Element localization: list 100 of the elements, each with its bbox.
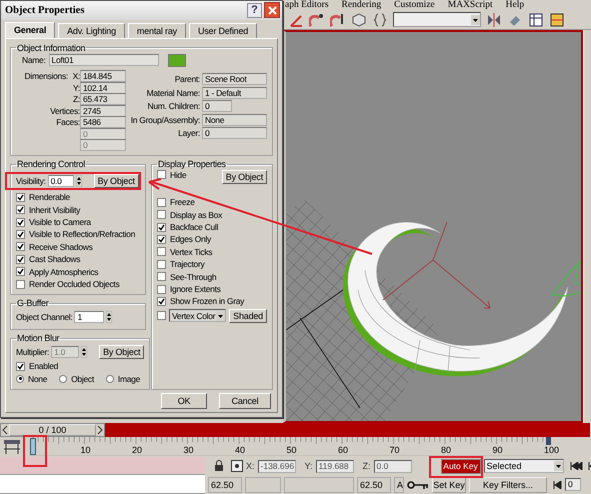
selection-set-dropdown[interactable] xyxy=(393,12,481,27)
checkbox-label: Renderable xyxy=(29,192,70,202)
checkbox[interactable] xyxy=(157,198,166,207)
checkbox[interactable] xyxy=(16,242,25,252)
menu-item[interactable]: Customize xyxy=(394,0,435,10)
radio-button[interactable] xyxy=(106,374,114,383)
name-field[interactable]: Loft01 xyxy=(48,54,159,66)
menu-item[interactable]: aph Editors xyxy=(285,0,329,10)
frame-number: 80 xyxy=(441,445,452,455)
spinner-arrows-icon[interactable] xyxy=(106,311,112,324)
tab[interactable]: Adv. Lighting xyxy=(58,22,125,38)
viewport[interactable] xyxy=(283,30,583,423)
coordinate-field[interactable]: -138.696 xyxy=(258,460,296,472)
checkbox[interactable] xyxy=(16,230,25,239)
group-title: Motion Blur xyxy=(16,333,60,344)
spinner-arrows-icon[interactable] xyxy=(81,346,88,358)
window-title: Object Properties xyxy=(5,4,86,16)
by-object-button[interactable]: By Object xyxy=(222,170,267,184)
visibility-field[interactable]: 0.0 xyxy=(48,175,74,188)
highlight-frame xyxy=(23,435,47,467)
checkbox[interactable] xyxy=(157,260,166,269)
chevron-right-icon[interactable] xyxy=(96,425,104,435)
tab[interactable]: General xyxy=(5,22,56,38)
cube-icon[interactable] xyxy=(351,12,367,28)
group-title: Object Information xyxy=(16,42,86,53)
close-button[interactable] xyxy=(264,2,280,18)
radio-label: Image xyxy=(118,374,140,384)
curve-editor-icon[interactable] xyxy=(3,439,21,455)
frame-number: 100 xyxy=(544,445,560,455)
tab[interactable]: mental ray xyxy=(128,22,186,38)
highlight-frame xyxy=(429,456,483,478)
checkbox[interactable] xyxy=(157,222,166,232)
checkbox-label: Display as Box xyxy=(170,210,222,220)
go-to-start-icon[interactable] xyxy=(570,462,591,470)
checkbox[interactable] xyxy=(16,205,25,214)
radio-button[interactable] xyxy=(59,374,68,383)
auto-key-button[interactable]: Auto Key xyxy=(440,458,481,474)
by-object-button[interactable]: By Object xyxy=(99,345,144,360)
key-icon[interactable] xyxy=(407,480,429,490)
checkbox[interactable] xyxy=(157,284,166,294)
axis-label: Y: xyxy=(72,82,80,93)
time-slider-label: 0 / 100 xyxy=(9,424,96,436)
absolute-mode-icon[interactable] xyxy=(231,460,243,472)
coordinate-field[interactable]: 119.688 xyxy=(316,460,354,472)
checkbox[interactable] xyxy=(157,296,166,306)
checkbox[interactable] xyxy=(16,267,25,276)
checkbox-label: Edges Only xyxy=(170,234,211,244)
help-button[interactable]: ? xyxy=(247,2,262,18)
checkbox[interactable] xyxy=(157,247,166,256)
field-label: Parent: xyxy=(174,74,200,84)
field-label: Object Channel: xyxy=(16,312,72,322)
coordinate-field[interactable]: 0.0 xyxy=(374,460,412,472)
spinner-arrows-icon[interactable] xyxy=(76,175,82,188)
axis-label: Y: xyxy=(304,461,313,471)
checkbox[interactable] xyxy=(16,192,25,202)
field-label: Vertices: xyxy=(49,106,80,116)
chevron-left-icon[interactable] xyxy=(1,425,9,435)
checkbox[interactable] xyxy=(16,218,25,227)
menu-item[interactable]: Rendering xyxy=(342,0,382,10)
field-label: Name: xyxy=(22,55,46,66)
mirror-icon[interactable] xyxy=(486,12,502,28)
by-object-button[interactable]: By Object xyxy=(94,174,139,188)
group-title: G-Buffer xyxy=(16,298,50,308)
checkbox[interactable] xyxy=(16,280,25,289)
blank-cell xyxy=(284,476,354,492)
checkbox[interactable] xyxy=(157,210,166,220)
ok-button[interactable]: OK xyxy=(161,393,207,409)
shaded-button[interactable]: Shaded xyxy=(229,308,267,323)
checkbox[interactable] xyxy=(157,272,166,282)
checkbox-label: Cast Shadows xyxy=(29,254,80,264)
panel-icon[interactable] xyxy=(549,12,565,28)
menu-item[interactable]: MAXScript xyxy=(448,0,493,10)
menu-item[interactable]: Help xyxy=(506,0,524,10)
checkbox[interactable] xyxy=(157,311,166,320)
cancel-button[interactable]: Cancel xyxy=(219,393,271,409)
checkbox[interactable] xyxy=(157,234,166,244)
lock-icon[interactable] xyxy=(214,460,224,472)
frame-field[interactable]: 0 xyxy=(565,478,581,491)
field-label: Multiplier: xyxy=(16,347,50,358)
color-swatch[interactable] xyxy=(168,54,186,67)
field-label: Dimensions: xyxy=(24,71,68,82)
table-icon[interactable] xyxy=(528,12,544,28)
time-slider-thumb[interactable] xyxy=(30,438,36,455)
braces-icon[interactable] xyxy=(372,12,388,28)
checkbox-label: Backface Cull xyxy=(170,222,218,232)
checkbox[interactable] xyxy=(16,254,25,264)
checkbox-label: Visible to Camera xyxy=(29,217,91,228)
key-filters-button[interactable]: Key Filters... xyxy=(469,476,547,492)
go-to-end-icon[interactable] xyxy=(553,480,562,488)
radio-button[interactable] xyxy=(16,374,24,383)
checkbox[interactable] xyxy=(157,170,166,180)
group-title: Rendering Control xyxy=(16,159,86,170)
checkbox-label: Render Occluded Objects xyxy=(29,279,120,290)
vertex-color-dropdown[interactable]: Vertex Color xyxy=(169,309,226,322)
object-channel-field[interactable]: 1 xyxy=(74,311,104,324)
key-mode-dropdown[interactable]: Selected xyxy=(484,459,564,473)
checkbox-label: See-Through xyxy=(170,272,216,282)
frame-counter[interactable]: 0 / 100 xyxy=(0,423,105,437)
tab[interactable]: User Defined xyxy=(188,22,258,38)
checkbox[interactable] xyxy=(16,362,25,371)
